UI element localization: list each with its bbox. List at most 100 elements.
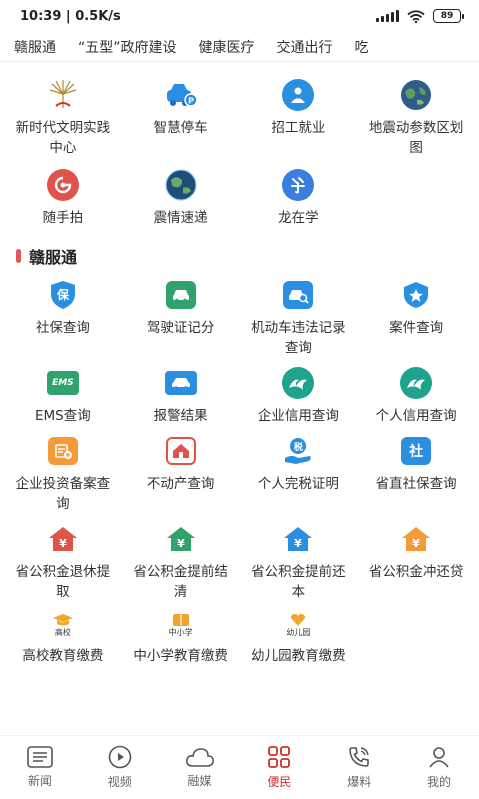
tab-traffic[interactable]: 交通出行 [277,37,333,57]
police-badge-icon [399,278,433,312]
status-right: 89 [376,9,464,23]
nav-report[interactable]: 爆料 [329,745,389,790]
status-speed: 0.5K/s [75,8,121,24]
service-label: 企业信用查询 [257,408,339,424]
status-left: 10:39 | 0.5K/s [20,8,121,24]
earth-globe-icon [399,78,433,112]
service-earthquake[interactable]: 震情速递 [122,168,240,228]
tab-food[interactable]: 吃 [355,37,369,57]
service-label: 地震动参数区划图 [368,120,464,156]
service-label: 案件查询 [389,320,444,336]
personal-credit-icon [399,366,433,400]
study-icon [281,168,315,202]
tab-ganfutong[interactable]: 赣服通 [14,37,56,57]
video-play-icon [108,745,132,769]
fund-retire-house-icon: ¥ [46,522,80,556]
news-icon [27,746,53,768]
service-label: EMS查询 [35,408,91,424]
snapshot-icon [46,168,80,202]
service-label: 社保查询 [35,320,90,336]
service-case-query[interactable]: 案件查询 [357,278,475,358]
user-profile-icon [429,747,449,768]
service-label: 震情速递 [153,210,208,226]
status-time: 10:39 [20,8,62,24]
service-label: 幼儿园教育缴费 [251,648,346,664]
parking-car-icon: P [164,78,198,112]
service-label: 龙在学 [278,210,319,226]
nav-news[interactable]: 新闻 [10,746,70,789]
service-label: 智慧停车 [153,120,208,136]
service-label: 招工就业 [271,120,326,136]
service-fund-retire[interactable]: ¥ 省公积金退休提取 [4,522,122,602]
school-book-icon: 中小学 [164,610,198,640]
section-marker [16,249,21,263]
service-police-result[interactable]: 报警结果 [122,366,240,426]
provincial-social-security-icon: 社 [399,434,433,468]
service-fund-settle[interactable]: ¥ 省公积金提前结清 [122,522,240,602]
service-label: 驾驶证记分 [146,320,215,336]
tab-wuxing[interactable]: “五型”政府建设 [78,37,177,57]
top-services-grid: 新时代文明实践中心 P 智慧停车 招工就业 地震动参数区划图 随手拍 震情速递 … [0,78,479,228]
enterprise-investment-icon: ¥ [46,434,80,468]
service-vehicle-violation[interactable]: 机动车违法记录查询 [240,278,358,358]
service-label: 报警结果 [153,408,208,424]
driver-license-car-icon [164,278,198,312]
svg-text:保: 保 [56,287,70,302]
service-parking[interactable]: P 智慧停车 [122,78,240,158]
service-kindergarten-fee[interactable]: 幼儿园 幼儿园教育缴费 [240,610,358,666]
service-tax-proof[interactable]: 税 个人完税证明 [240,434,358,514]
service-label: 省公积金退休提取 [15,564,111,600]
service-real-estate[interactable]: 不动产查询 [122,434,240,514]
gan-services-grid: 保 社保查询 驾驶证记分 机动车违法记录查询 案件查询 EMS EMS查询 报警… [0,278,479,666]
nav-profile[interactable]: 我的 [409,745,469,790]
service-label: 省直社保查询 [375,476,457,492]
service-fund-loan[interactable]: ¥ 省公积金冲还贷 [357,522,475,602]
service-label: 个人完税证明 [257,476,339,492]
svg-text:¥: ¥ [412,537,420,550]
service-label: 高校教育缴费 [22,648,104,664]
real-estate-house-icon [164,434,198,468]
nav-video[interactable]: 视频 [90,745,150,790]
service-fund-repay[interactable]: ¥ 省公积金提前还本 [240,522,358,602]
vehicle-violation-search-icon [281,278,315,312]
service-label: 省公积金提前结清 [133,564,228,600]
service-employment[interactable]: 招工就业 [240,78,358,158]
bottom-nav: 新闻 视频 融媒 便民 爆料 我的 [0,735,479,799]
grid-apps-icon [268,746,291,768]
fund-repay-house-icon: ¥ [281,522,315,556]
service-civilization[interactable]: 新时代文明实践中心 [4,78,122,158]
service-seismic-map[interactable]: 地震动参数区划图 [357,78,475,158]
ems-icon: EMS [46,366,80,400]
tab-health[interactable]: 健康医疗 [199,37,255,57]
battery-icon: 89 [433,9,464,23]
nav-convenience[interactable]: 便民 [249,745,309,790]
service-label: 随手拍 [42,210,84,226]
status-bar: 10:39 | 0.5K/s 89 [0,0,479,32]
service-school-fee[interactable]: 中小学 中小学教育缴费 [122,610,240,666]
service-ems[interactable]: EMS EMS查询 [4,366,122,426]
service-label: 个人信用查询 [375,408,457,424]
service-driver-license[interactable]: 驾驶证记分 [122,278,240,358]
service-label: 省公积金冲还贷 [368,564,464,580]
wifi-icon [407,9,425,23]
svg-text:¥: ¥ [177,537,185,550]
university-cap-icon: 高校 [46,610,80,640]
svg-text:¥: ¥ [295,537,303,550]
category-tabs: 赣服通 “五型”政府建设 健康医疗 交通出行 吃 [0,32,479,62]
service-enterprise-investment[interactable]: ¥ 企业投资备案查询 [4,434,122,514]
svg-text:P: P [188,97,194,106]
service-provincial-social-security[interactable]: 社 省直社保查询 [357,434,475,514]
civilization-logo-icon [46,78,80,112]
tax-hand-icon: 税 [281,434,315,468]
kindergarten-icon: 幼儿园 [281,610,315,640]
service-university-fee[interactable]: 高校 高校教育缴费 [4,610,122,666]
service-social-security[interactable]: 保 社保查询 [4,278,122,358]
service-personal-credit[interactable]: 个人信用查询 [357,366,475,426]
service-label: 企业投资备案查询 [15,476,111,512]
service-enterprise-credit[interactable]: 企业信用查询 [240,366,358,426]
service-label: 新时代文明实践中心 [15,120,111,156]
nav-media[interactable]: 融媒 [170,746,230,789]
cloud-icon [185,748,214,767]
service-snapshot[interactable]: 随手拍 [4,168,122,228]
service-study[interactable]: 龙在学 [240,168,358,228]
